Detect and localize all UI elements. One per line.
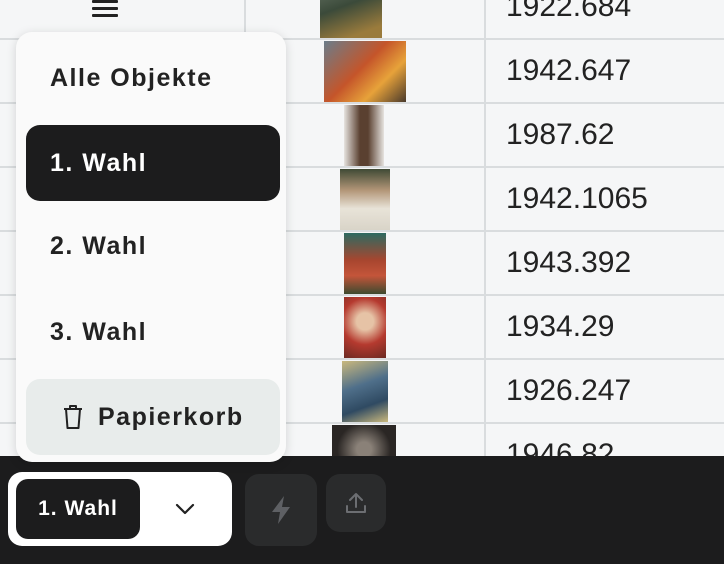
category-select[interactable]: 1. Wahl	[8, 472, 232, 546]
artwork-thumbnail[interactable]	[324, 41, 406, 102]
chevron-down-icon[interactable]	[172, 500, 198, 518]
artwork-thumbnail[interactable]	[344, 233, 386, 294]
upload-button[interactable]	[326, 474, 386, 532]
accession-number: 1987.62	[506, 118, 615, 151]
menu-item-first-choice[interactable]: 1. Wahl	[26, 125, 280, 201]
accession-number: 1934.29	[506, 310, 615, 343]
accession-number: 1943.392	[506, 246, 632, 279]
menu-item-second-choice[interactable]: 2. Wahl	[26, 208, 280, 284]
artwork-thumbnail[interactable]	[344, 105, 384, 166]
menu-icon[interactable]	[92, 0, 118, 17]
artwork-thumbnail[interactable]	[342, 361, 388, 422]
menu-item-all-objects[interactable]: Alle Objekte	[26, 40, 280, 116]
artwork-thumbnail[interactable]	[332, 425, 396, 456]
accession-number: 1946.82	[506, 438, 615, 456]
upload-icon	[346, 493, 366, 513]
menu-item-trash[interactable]: Papierkorb	[26, 379, 280, 455]
accession-number: 1942.1065	[506, 182, 648, 215]
selected-category[interactable]: 1. Wahl	[16, 479, 140, 539]
artwork-thumbnail[interactable]	[320, 0, 382, 38]
artwork-thumbnail[interactable]	[344, 297, 386, 358]
flash-button[interactable]	[245, 474, 317, 546]
accession-number: 1942.647	[506, 54, 632, 87]
flash-icon	[272, 496, 290, 524]
artwork-thumbnail[interactable]	[340, 169, 390, 230]
accession-number: 1922.684	[506, 0, 632, 23]
trash-label: Papierkorb	[98, 402, 244, 431]
trash-icon	[64, 405, 82, 429]
accession-number: 1926.247	[506, 374, 632, 407]
filter-dropdown-menu: Alle Objekte 1. Wahl 2. Wahl 3. Wahl Pap…	[16, 32, 286, 462]
menu-item-third-choice[interactable]: 3. Wahl	[26, 294, 280, 370]
